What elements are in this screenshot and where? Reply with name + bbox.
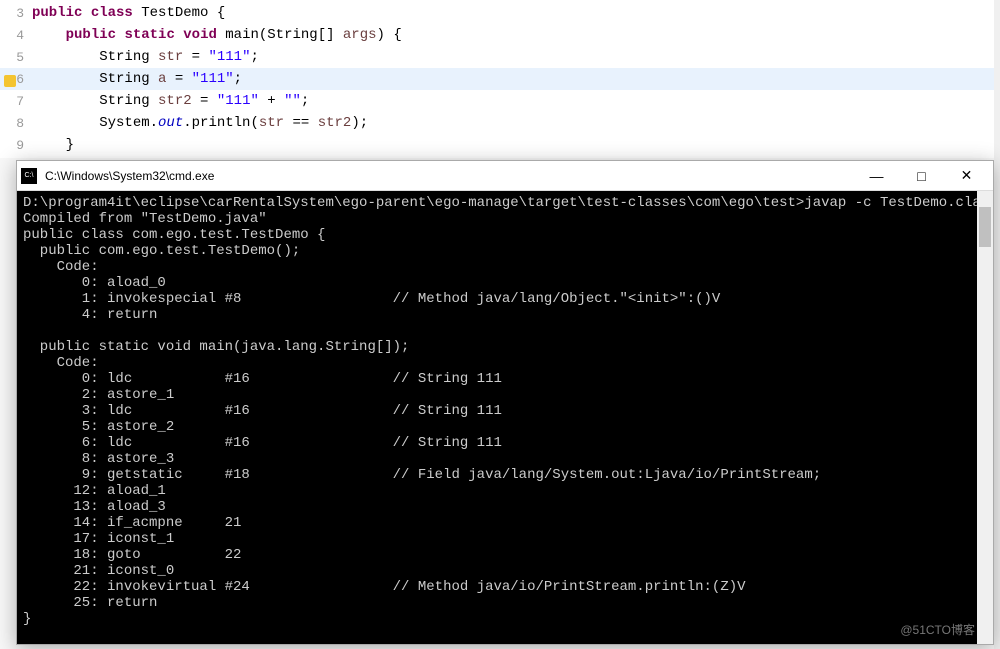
- cmd-title: C:\Windows\System32\cmd.exe: [45, 169, 854, 183]
- close-button[interactable]: ✕: [944, 162, 989, 190]
- code-content[interactable]: String a = "111";: [32, 71, 242, 87]
- scrollbar-thumb[interactable]: [979, 207, 991, 247]
- minimize-button[interactable]: —: [854, 162, 899, 190]
- line-number: 8: [0, 116, 32, 131]
- code-content[interactable]: public class TestDemo {: [32, 5, 225, 21]
- code-content[interactable]: System.out.println(str == str2);: [32, 115, 368, 131]
- right-gutter-strip: [994, 0, 1000, 649]
- code-content[interactable]: }: [32, 137, 74, 153]
- code-line[interactable]: 8 System.out.println(str == str2);: [0, 112, 1000, 134]
- line-number: 5: [0, 50, 32, 65]
- cmd-icon: [21, 168, 37, 184]
- cmd-window: C:\Windows\System32\cmd.exe — □ ✕ D:\pro…: [16, 160, 994, 645]
- code-line[interactable]: 6 String a = "111";: [0, 68, 1000, 90]
- line-number: 6: [0, 72, 32, 87]
- code-content[interactable]: public static void main(String[] args) {: [32, 27, 402, 43]
- code-line[interactable]: 5 String str = "111";: [0, 46, 1000, 68]
- code-line[interactable]: 4 public static void main(String[] args)…: [0, 24, 1000, 46]
- cmd-titlebar[interactable]: C:\Windows\System32\cmd.exe — □ ✕: [17, 161, 993, 191]
- code-line[interactable]: 7 String str2 = "111" + "";: [0, 90, 1000, 112]
- cmd-output[interactable]: D:\program4it\eclipse\carRentalSystem\eg…: [17, 191, 993, 644]
- window-controls: — □ ✕: [854, 162, 989, 190]
- line-number: 7: [0, 94, 32, 109]
- maximize-button[interactable]: □: [899, 162, 944, 190]
- code-content[interactable]: String str = "111";: [32, 49, 259, 65]
- line-number: 9: [0, 138, 32, 153]
- line-number: 3: [0, 6, 32, 21]
- line-number: 4: [0, 28, 32, 43]
- watermark: @51CTO博客: [900, 621, 975, 638]
- code-editor[interactable]: 3public class TestDemo {4 public static …: [0, 0, 1000, 158]
- warning-icon: [4, 75, 16, 87]
- console-scrollbar[interactable]: [977, 191, 993, 644]
- code-line[interactable]: 3public class TestDemo {: [0, 2, 1000, 24]
- code-line[interactable]: 9 }: [0, 134, 1000, 156]
- code-content[interactable]: String str2 = "111" + "";: [32, 93, 309, 109]
